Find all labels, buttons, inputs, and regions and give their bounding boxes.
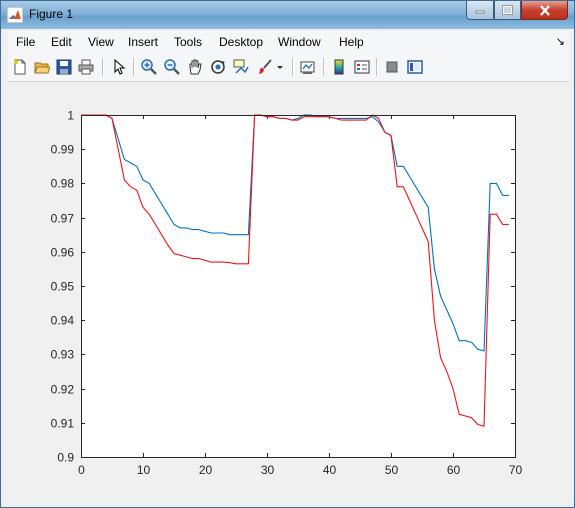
maximize-icon [502,5,513,15]
x-tick-label: 50 [385,463,399,477]
y-tick-label: 0.96 [51,246,75,260]
figure-canvas[interactable]: 0 10 20 30 40 50 60 70 0.9 0.91 0.92 0.93 0.94 0.95 0.… [8,82,569,500]
pan-icon[interactable] [185,57,205,77]
minimize-icon [475,10,485,14]
x-tick-label: 60 [447,463,461,477]
close-button[interactable] [521,1,568,20]
menu-tools[interactable]: Tools [174,35,202,49]
y-tick-label: 0.92 [51,383,75,397]
x-tick-label: 20 [199,463,213,477]
y-tick-label: 0.99 [51,143,75,157]
menu-window[interactable]: Window [278,35,321,49]
zoom-in-icon[interactable] [139,57,159,77]
figure-window: Figure 1 File Edit View Insert Tools Des… [0,0,575,508]
x-tick-label: 70 [509,463,523,477]
toolbar-separator [133,58,135,76]
close-icon [539,4,550,16]
toolbar-separator [292,58,294,76]
brush-dropdown-icon[interactable] [275,57,285,77]
dock-arrow-icon[interactable]: ↘ [556,35,565,48]
matlab-logo-icon [7,7,23,23]
x-tick-label: 40 [323,463,337,477]
menu-view[interactable]: View [88,35,114,49]
menu-edit[interactable]: Edit [51,35,72,49]
zoom-out-icon[interactable] [162,57,182,77]
data-cursor-icon[interactable] [231,57,251,77]
rotate-3d-icon[interactable] [208,57,228,77]
menu-insert[interactable]: Insert [128,35,158,49]
menu-bar: File Edit View Insert Tools Desktop Wind… [8,31,569,53]
axes-background [81,115,515,457]
y-tick-label: 1 [67,109,74,123]
edit-plot-icon[interactable] [109,57,129,77]
figure-toolbar [8,53,569,82]
toolbar-separator [376,58,378,76]
y-tick-label: 0.93 [51,348,75,362]
print-icon[interactable] [76,57,96,77]
maximize-button[interactable] [494,1,521,20]
y-tick-label: 0.91 [51,417,75,431]
y-tick-label: 0.97 [51,212,75,226]
y-tick-label: 0.98 [51,177,75,191]
x-tick-label: 0 [78,463,85,477]
open-file-icon[interactable] [32,57,52,77]
line-chart[interactable]: 0 10 20 30 40 50 60 70 0.9 0.91 0.92 0.93 0.94 0.95 0.… [8,82,569,500]
hide-plot-tools-icon[interactable] [382,57,402,77]
title-bar[interactable]: Figure 1 [1,1,574,29]
menu-file[interactable]: File [16,35,35,49]
menu-help[interactable]: Help [339,35,364,49]
y-tick-label: 0.94 [51,314,75,328]
show-plot-tools-icon[interactable] [405,57,425,77]
minimize-button[interactable] [466,1,494,20]
y-tick-label: 0.95 [51,280,75,294]
legend-icon[interactable] [352,57,372,77]
x-tick-label: 10 [137,463,151,477]
toolbar-separator [102,58,104,76]
y-tick-label: 0.9 [57,451,74,465]
x-tick-label: 30 [261,463,275,477]
new-figure-icon[interactable] [10,57,30,77]
menu-desktop[interactable]: Desktop [219,35,263,49]
window-title: Figure 1 [29,7,74,21]
toolbar-separator [323,58,325,76]
save-icon[interactable] [54,57,74,77]
brush-icon[interactable] [255,57,275,77]
colorbar-icon[interactable] [329,57,349,77]
link-plot-icon[interactable] [298,57,318,77]
